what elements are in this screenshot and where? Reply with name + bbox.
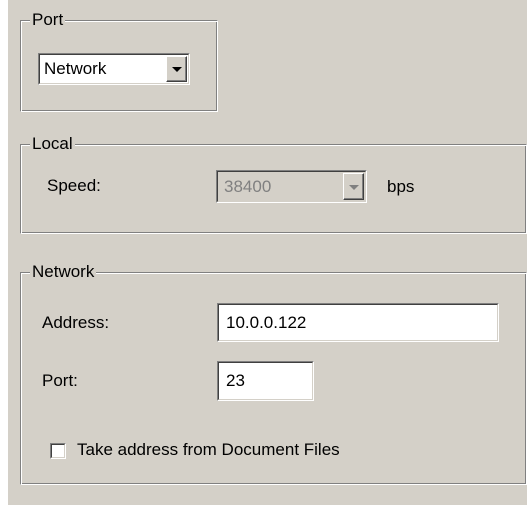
port-group-legend: Port bbox=[30, 10, 66, 30]
local-groupbox: Local Speed: 38400 bps bbox=[20, 134, 527, 234]
speed-select: 38400 bbox=[216, 170, 367, 203]
port-select-value: Network bbox=[44, 59, 107, 78]
chevron-down-icon bbox=[171, 67, 182, 72]
port-groupbox: Port Network bbox=[20, 10, 218, 112]
port-input[interactable]: 23 bbox=[217, 361, 314, 401]
network-groupbox: Network Address: 10.0.0.122 Port: 23 Tak… bbox=[20, 262, 527, 485]
take-address-checkbox-label[interactable]: Take address from Document Files bbox=[77, 440, 340, 460]
speed-unit-label: bps bbox=[387, 177, 415, 196]
local-group-legend: Local bbox=[30, 134, 75, 154]
speed-label: Speed: bbox=[47, 176, 101, 195]
speed-select-value: 38400 bbox=[224, 176, 272, 196]
port-input-value: 23 bbox=[226, 371, 245, 390]
address-input[interactable]: 10.0.0.122 bbox=[217, 303, 499, 342]
settings-panel: Port Network Local Speed: 38400 bps Netw… bbox=[8, 0, 527, 505]
chevron-down-icon bbox=[348, 184, 359, 190]
port-label: Port: bbox=[42, 371, 78, 390]
take-address-checkbox[interactable] bbox=[50, 443, 66, 459]
speed-dropdown-button bbox=[343, 173, 364, 200]
address-input-value: 10.0.0.122 bbox=[226, 312, 307, 332]
network-group-legend: Network bbox=[30, 262, 97, 282]
address-label: Address: bbox=[42, 313, 110, 332]
port-select[interactable]: Network bbox=[38, 53, 190, 85]
port-dropdown-button[interactable] bbox=[166, 56, 187, 82]
